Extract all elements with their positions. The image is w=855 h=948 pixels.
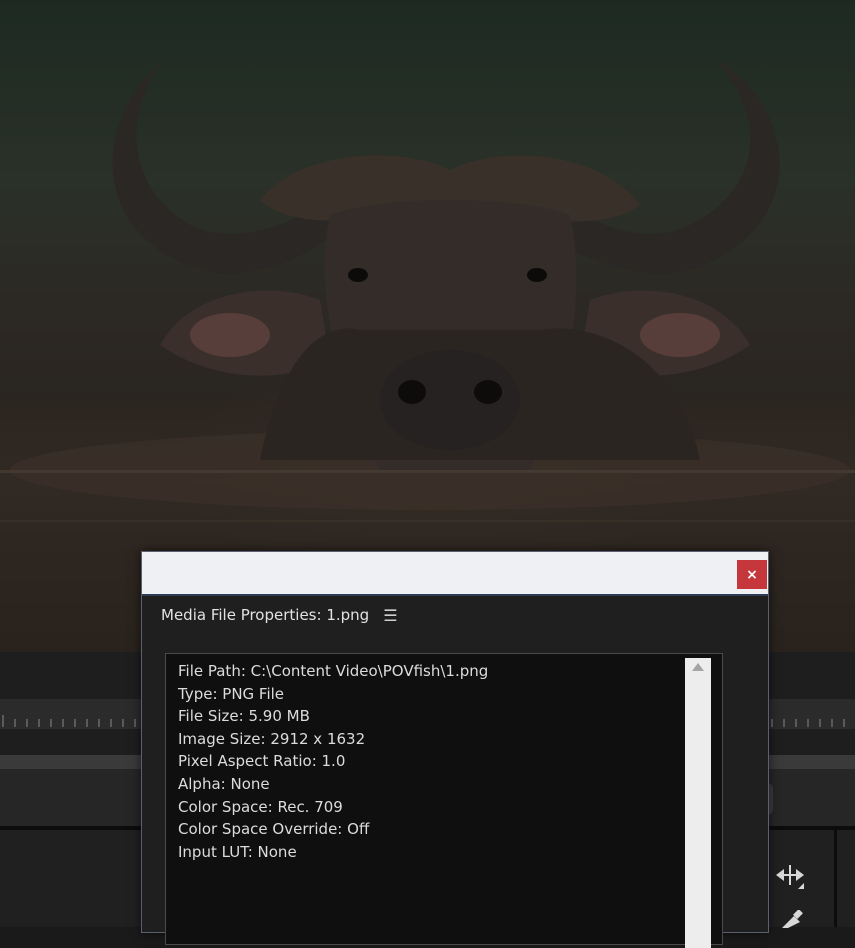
property-image-size: Image Size: 2912 x 1632 [178, 729, 366, 748]
property-alpha: Alpha: None [178, 774, 270, 793]
property-file-path: File Path: C:\Content Video\POVfish\1.pn… [178, 662, 489, 680]
properties-text-area[interactable]: File Path: C:\Content Video\POVfish\1.pn… [165, 653, 723, 948]
property-color-space-override: Color Space Override: Off [178, 820, 370, 839]
close-button[interactable]: × [737, 560, 767, 589]
property-pixel-aspect-ratio: Pixel Aspect Ratio: 1.0 [178, 752, 346, 771]
property-type: Type: PNG File [178, 684, 285, 703]
dialog-title-bar[interactable]: × [142, 552, 768, 596]
properties-list: File Path: C:\Content Video\POVfish\1.pn… [178, 660, 488, 863]
scroll-up-arrow-icon[interactable] [692, 663, 704, 671]
properties-scrollbar[interactable] [685, 658, 711, 948]
property-input-lut: Input LUT: None [178, 842, 297, 861]
hamburger-menu-icon[interactable]: ☰ [383, 606, 397, 625]
property-color-space: Color Space: Rec. 709 [178, 797, 343, 816]
media-file-properties-dialog: × Media File Properties: 1.png ☰ File Pa… [141, 551, 769, 948]
ripple-edit-icon[interactable] [774, 863, 806, 891]
property-file-size: File Size: 5.90 MB [178, 707, 310, 726]
pen-icon[interactable] [778, 910, 804, 928]
panel-header: Media File Properties: 1.png ☰ [161, 605, 398, 625]
vertical-divider [834, 830, 837, 927]
dialog-title: Media File Properties: 1.png [161, 606, 370, 624]
